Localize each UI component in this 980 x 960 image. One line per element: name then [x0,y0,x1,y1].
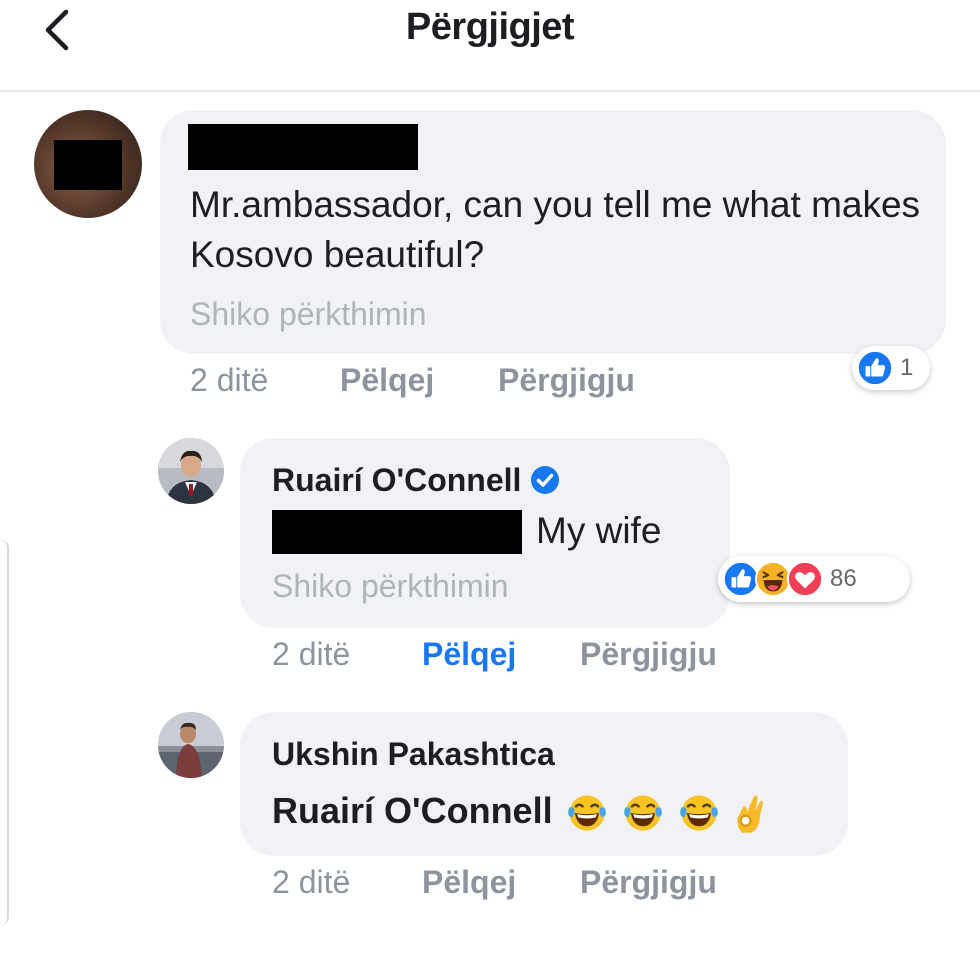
verified-badge-icon [531,465,560,494]
comment-text: My wife [536,510,662,551]
person-portrait [158,438,224,504]
like-button[interactable]: Pëlqej [422,864,516,901]
mention-link[interactable]: Ruairí O'Connell [272,790,553,831]
avatar[interactable] [158,438,224,504]
ok-hand-emoji [737,795,763,834]
author-name[interactable]: Ukshin Pakashtica [272,736,555,773]
side-divider [0,540,9,925]
comment-bubble[interactable]: Ruairí O'Connell My wife Shiko përkthimi… [240,438,730,628]
comment-bubble[interactable]: Ukshin Pakashtica Ruairí O'Connell [240,712,848,856]
redacted-author-name [188,124,418,170]
avatar[interactable] [158,712,224,778]
header-bar: Përgjigjet [0,0,980,92]
redaction-box [54,140,122,190]
redacted-mention [272,510,522,554]
see-translation-link[interactable]: Shiko përkthimin [272,568,509,605]
timestamp: 2 ditë [190,362,269,398]
avatar[interactable] [34,110,142,218]
laughing-tears-emoji [623,795,662,832]
reaction-count: 86 [830,565,857,592]
reaction-summary[interactable]: 1 [852,346,930,390]
comment-text: Mr.ambassador, can you tell me what make… [190,184,921,275]
author-name-text: Ruairí O'Connell [272,462,522,498]
see-translation-link[interactable]: Shiko përkthimin [190,296,427,333]
love-icon [786,560,824,598]
reply-button[interactable]: Përgjigju [580,636,717,673]
author-name[interactable]: Ruairí O'Connell [272,462,561,499]
like-button[interactable]: Pëlqej [422,636,516,673]
comment-text: Ruairí O'Connell [272,790,767,835]
reply-button[interactable]: Përgjigju [498,362,635,399]
like-button[interactable]: Pëlqej [340,362,434,399]
page-title: Përgjigjet [405,6,575,48]
timestamp: 2 ditë [272,864,351,900]
reaction-summary[interactable]: 86 [718,556,910,602]
comment-bubble[interactable]: Mr.ambassador, can you tell me what make… [160,110,946,354]
laughing-tears-emoji [679,795,718,832]
like-icon [856,349,894,387]
reaction-count: 1 [900,354,914,381]
person-photo [158,712,224,778]
reply-button[interactable]: Përgjigju [580,864,717,901]
laughing-tears-emoji [567,795,606,832]
timestamp: 2 ditë [272,636,351,672]
